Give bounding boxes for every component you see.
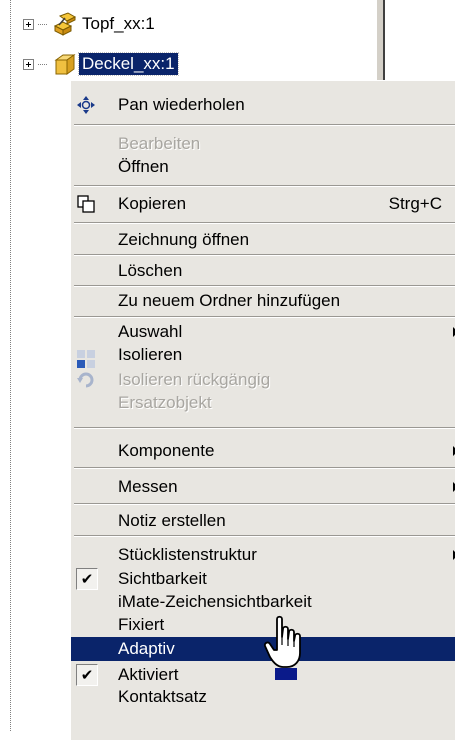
menu-item-stuecklistenstruktur[interactable]: Stücklistenstruktur bbox=[71, 543, 455, 567]
menu-item-label: Zu neuem Ordner hinzufügen bbox=[118, 291, 341, 310]
menu-item-label: Zeichnung öffnen bbox=[118, 230, 250, 249]
menu-item-imate-sichtbarkeit[interactable]: iMate-Zeichensichtbarkeit bbox=[71, 590, 455, 614]
tree-node-label: Topf_xx:1 bbox=[82, 14, 155, 33]
menu-separator bbox=[74, 427, 455, 429]
menu-item-label: Pan wiederholen bbox=[118, 95, 245, 114]
menu-item-label: Notiz erstellen bbox=[118, 511, 226, 530]
menu-item-sichtbarkeit[interactable]: ✔ Sichtbarkeit bbox=[71, 567, 455, 591]
copy-icon bbox=[77, 195, 95, 213]
menu-item-label: Adaptiv bbox=[118, 639, 175, 658]
menu-separator bbox=[74, 222, 455, 224]
menu-item-label: Aktiviert bbox=[118, 665, 179, 684]
part-icon bbox=[54, 54, 76, 75]
menu-item-messen[interactable]: Messen bbox=[71, 475, 455, 499]
menu-item-label: Bearbeiten bbox=[118, 134, 201, 153]
menu-item-isolieren[interactable]: Isolieren bbox=[71, 343, 455, 368]
menu-item-label: Isolieren bbox=[118, 345, 183, 364]
menu-item-label: Ersatzobjekt bbox=[118, 393, 212, 412]
menu-item-label: Fixiert bbox=[118, 615, 165, 634]
menu-separator bbox=[74, 316, 455, 318]
check-icon: ✔ bbox=[76, 568, 98, 590]
menu-item-ersatzobjekt: Ersatzobjekt bbox=[71, 391, 455, 415]
menu-item-label: Kontaktsatz bbox=[118, 687, 207, 706]
menu-item-label: Messen bbox=[118, 477, 178, 496]
menu-item-label: Sichtbarkeit bbox=[118, 569, 207, 588]
menu-item-kontaktsatz[interactable]: Kontaktsatz bbox=[71, 685, 455, 709]
menu-item-label: Auswahl bbox=[118, 322, 183, 341]
menu-item-label: Kopieren bbox=[118, 194, 187, 213]
menu-item-label: Komponente bbox=[118, 441, 215, 460]
menu-separator bbox=[74, 467, 455, 469]
menu-separator bbox=[74, 535, 455, 537]
tree-guide-line bbox=[10, 0, 11, 731]
menu-separator bbox=[74, 254, 455, 256]
menu-item-label: iMate-Zeichensichtbarkeit bbox=[118, 592, 312, 611]
check-icon: ✔ bbox=[76, 664, 98, 686]
tree-node-label: Deckel_xx:1 bbox=[78, 52, 179, 76]
tree-node-topf[interactable]: Topf_xx:1 bbox=[23, 10, 158, 38]
menu-separator bbox=[74, 285, 455, 287]
tree-connector bbox=[38, 63, 47, 65]
menu-item-auswahl[interactable]: Auswahl bbox=[71, 320, 455, 344]
menu-item-isolieren-rueckgaengig: Isolieren rückgängig bbox=[71, 368, 455, 392]
tree-connector bbox=[38, 23, 47, 25]
menu-separator bbox=[74, 185, 455, 187]
expand-icon[interactable] bbox=[23, 58, 34, 70]
menu-item-kopieren[interactable]: Kopieren Strg+C bbox=[71, 192, 455, 216]
menu-item-loeschen[interactable]: Löschen bbox=[71, 259, 455, 283]
undo-isolate-icon bbox=[77, 372, 94, 388]
menu-item-bearbeiten: Bearbeiten bbox=[71, 132, 455, 156]
menu-item-pan[interactable]: Pan wiederholen bbox=[71, 93, 455, 117]
pan-icon bbox=[77, 96, 95, 114]
menu-item-zeichnung-oeffnen[interactable]: Zeichnung öffnen bbox=[71, 228, 455, 252]
menu-item-komponente[interactable]: Komponente bbox=[71, 439, 455, 463]
menu-item-shortcut: Strg+C bbox=[388, 194, 442, 213]
menu-separator bbox=[74, 503, 455, 505]
assembly-icon bbox=[53, 12, 77, 36]
menu-item-oeffnen[interactable]: Öffnen bbox=[71, 155, 455, 179]
menu-item-label: Löschen bbox=[118, 261, 183, 280]
menu-item-notiz-erstellen[interactable]: Notiz erstellen bbox=[71, 509, 455, 533]
menu-item-label: Öffnen bbox=[118, 157, 169, 176]
menu-separator bbox=[74, 124, 455, 126]
menu-item-ordner-hinzufuegen[interactable]: Zu neuem Ordner hinzufügen bbox=[71, 289, 455, 313]
isolate-icon bbox=[77, 350, 95, 368]
menu-item-label: Stücklistenstruktur bbox=[118, 545, 257, 564]
expand-icon[interactable] bbox=[23, 18, 34, 30]
tree-node-deckel[interactable]: Deckel_xx:1 bbox=[23, 50, 179, 78]
hand-cursor-icon bbox=[263, 615, 301, 680]
menu-item-label: Isolieren rückgängig bbox=[118, 370, 271, 389]
